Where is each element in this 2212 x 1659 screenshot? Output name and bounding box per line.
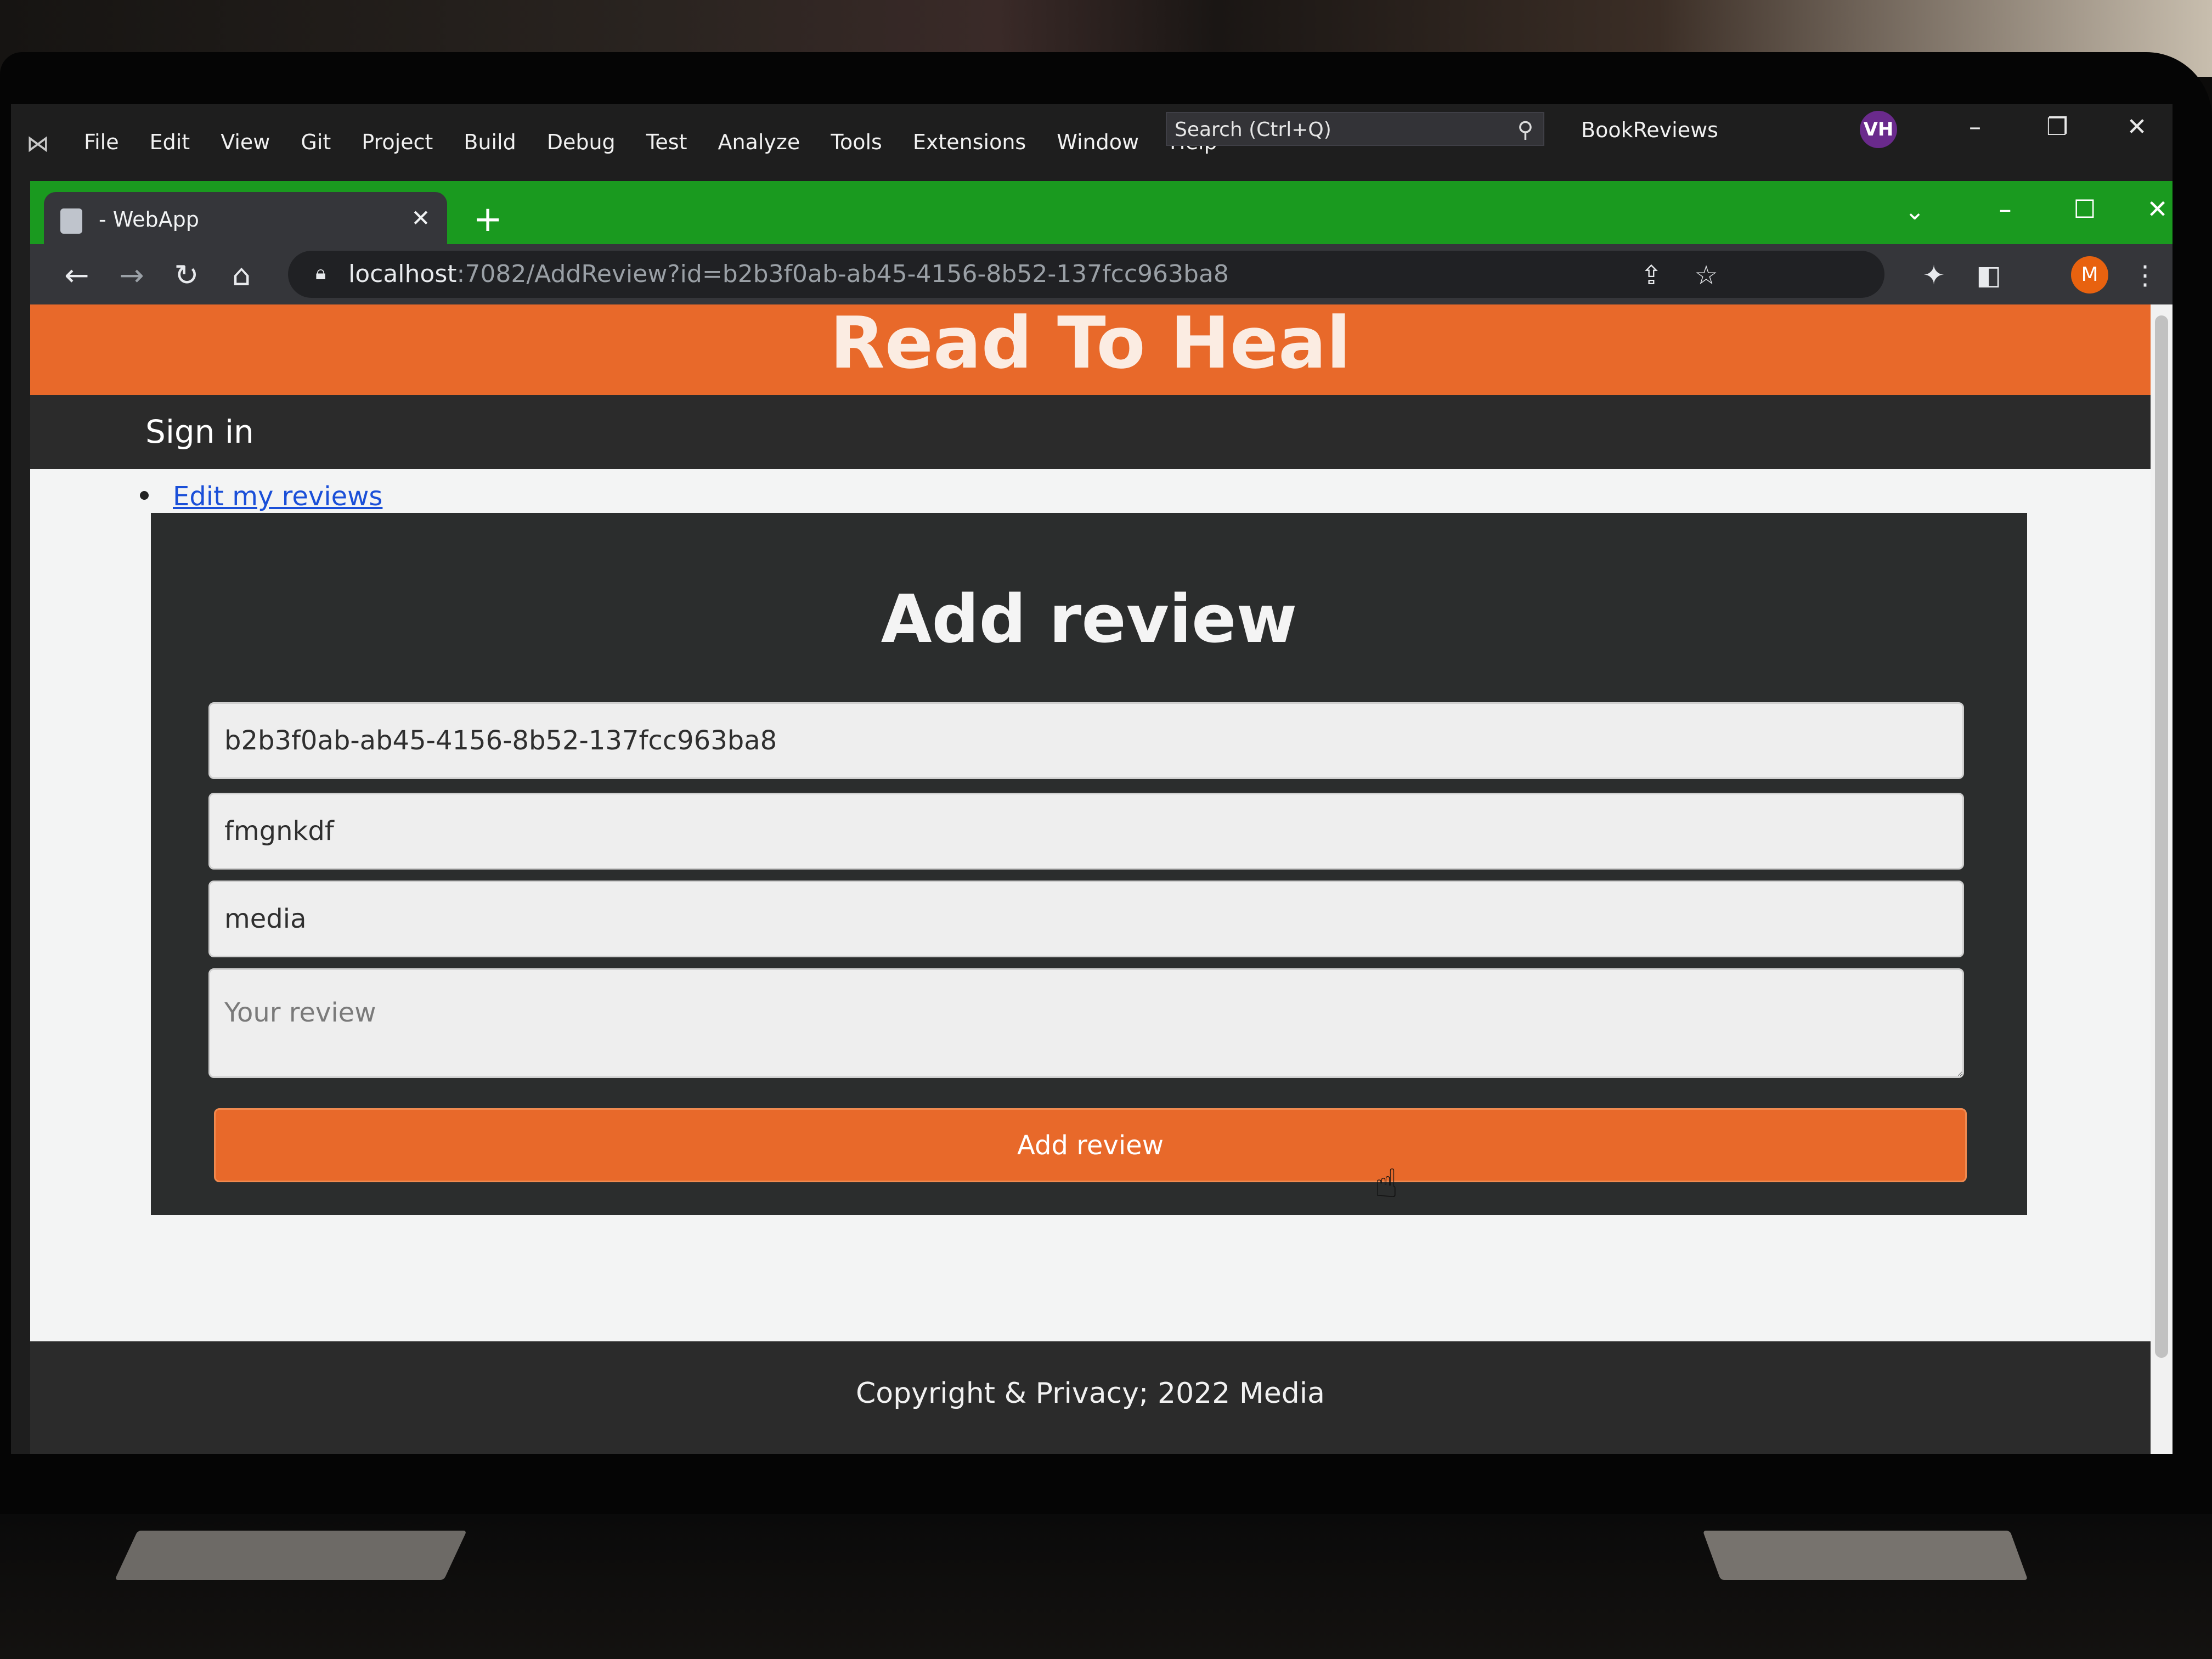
browser-maximize-icon[interactable]: ☐ bbox=[2063, 190, 2107, 228]
hand-pointer-cursor-icon: ☝ bbox=[1374, 1160, 1398, 1206]
url-host: localhost bbox=[348, 260, 457, 288]
share-icon[interactable]: ⇪ bbox=[1632, 256, 1671, 295]
laptop-hinge-right bbox=[1702, 1531, 2028, 1580]
review-title-input[interactable] bbox=[208, 793, 1964, 870]
more-menu-icon[interactable]: ⋮ bbox=[2129, 256, 2162, 295]
vs-menu-file[interactable]: File bbox=[69, 126, 134, 158]
vs-account-avatar[interactable]: VH bbox=[1860, 111, 1897, 148]
vs-close-icon[interactable]: ✕ bbox=[2115, 110, 2159, 145]
tab-close-icon[interactable]: ✕ bbox=[405, 203, 436, 234]
site-nav-bar: Sign in bbox=[30, 395, 2151, 469]
add-review-form: Add review Add review ☝ bbox=[151, 513, 2027, 1215]
reload-icon[interactable]: ↻ bbox=[167, 256, 206, 295]
lock-icon: 🔒︎ bbox=[315, 262, 326, 284]
vs-menu-edit[interactable]: Edit bbox=[134, 126, 206, 158]
page-favicon-icon bbox=[60, 208, 82, 234]
vs-menu-extensions[interactable]: Extensions bbox=[898, 126, 1041, 158]
book-id-input[interactable] bbox=[208, 702, 1964, 779]
browser-window: - WebApp ✕ + ⌄ – ☐ ✕ ← → ↻ ⌂ 🔒︎ localhos… bbox=[30, 181, 2172, 1454]
home-icon[interactable]: ⌂ bbox=[222, 256, 261, 295]
profile-avatar[interactable]: M bbox=[2071, 256, 2108, 294]
vs-menu-project[interactable]: Project bbox=[346, 126, 448, 158]
back-arrow-icon[interactable]: ← bbox=[58, 256, 96, 295]
url-path: :7082/AddReview?id=b2b3f0ab-ab45-4156-8b… bbox=[456, 260, 1229, 288]
laptop-hinge-left bbox=[115, 1531, 467, 1580]
bookmark-star-icon[interactable]: ☆ bbox=[1687, 256, 1725, 295]
list-bullet bbox=[140, 491, 149, 500]
add-review-button[interactable]: Add review bbox=[214, 1108, 1967, 1182]
tab-webapp[interactable]: - WebApp ✕ bbox=[44, 192, 447, 244]
site-header: Read To Heal bbox=[30, 304, 2151, 395]
vs-minimize-icon[interactable]: – bbox=[1953, 110, 1997, 145]
site-title: Read To Heal bbox=[830, 304, 1351, 385]
vs-search-placeholder: Search (Ctrl+Q) bbox=[1175, 119, 1331, 141]
vs-menu-bar: File Edit View Git Project Build Debug T… bbox=[69, 126, 1233, 158]
vs-menu-build[interactable]: Build bbox=[448, 126, 531, 158]
laptop-screen: ⋈ File Edit View Git Project Build Debug… bbox=[11, 104, 2172, 1454]
scrollbar-thumb[interactable] bbox=[2155, 315, 2168, 1358]
extensions-puzzle-icon[interactable]: ✦ bbox=[1915, 256, 1953, 295]
tab-search-chevron-icon[interactable]: ⌄ bbox=[1895, 198, 1934, 225]
new-tab-icon[interactable]: + bbox=[469, 202, 506, 239]
vs-menu-debug[interactable]: Debug bbox=[532, 126, 631, 158]
tab-strip: - WebApp ✕ + ⌄ – ☐ ✕ bbox=[30, 181, 2172, 244]
form-heading: Add review bbox=[881, 582, 1297, 658]
vs-menu-analyze[interactable]: Analyze bbox=[703, 126, 816, 158]
review-text-area[interactable] bbox=[208, 968, 1964, 1078]
search-icon: ⚲ bbox=[1517, 117, 1533, 143]
page-scrollbar[interactable] bbox=[2151, 304, 2172, 1454]
vs-solution-name: BookReviews bbox=[1581, 118, 1718, 142]
address-url: localhost:7082/AddReview?id=b2b3f0ab-ab4… bbox=[348, 259, 1229, 289]
visual-studio-logo-icon: ⋈ bbox=[26, 130, 49, 157]
visual-studio-titlebar: ⋈ File Edit View Git Project Build Debug… bbox=[11, 104, 2172, 178]
vs-menu-tools[interactable]: Tools bbox=[815, 126, 898, 158]
browser-toolbar: ← → ↻ ⌂ 🔒︎ localhost:7082/AddReview?id=b… bbox=[30, 244, 2172, 304]
footer-copyright: Copyright & Privacy; 2022 Media bbox=[855, 1377, 1325, 1410]
site-footer: Copyright & Privacy; 2022 Media bbox=[30, 1341, 2151, 1454]
tab-title: - WebApp bbox=[99, 207, 199, 232]
sign-in-link[interactable]: Sign in bbox=[145, 413, 254, 451]
browser-close-icon[interactable]: ✕ bbox=[2142, 190, 2172, 228]
vs-search-box[interactable]: Search (Ctrl+Q) ⚲ bbox=[1166, 112, 1544, 146]
side-panel-icon[interactable]: ◧ bbox=[1970, 256, 2008, 295]
vs-menu-view[interactable]: View bbox=[205, 126, 285, 158]
vs-restore-icon[interactable]: ❐ bbox=[2035, 110, 2079, 145]
vs-menu-window[interactable]: Window bbox=[1041, 126, 1154, 158]
edit-my-reviews-link[interactable]: Edit my reviews bbox=[173, 480, 382, 513]
browser-minimize-icon[interactable]: – bbox=[1983, 190, 2027, 228]
vs-menu-test[interactable]: Test bbox=[631, 126, 703, 158]
reviewer-name-input[interactable] bbox=[208, 881, 1964, 957]
forward-arrow-icon[interactable]: → bbox=[112, 256, 151, 295]
vs-menu-git[interactable]: Git bbox=[285, 126, 346, 158]
web-page: Read To Heal Sign in Edit my reviews Add… bbox=[30, 304, 2151, 1454]
